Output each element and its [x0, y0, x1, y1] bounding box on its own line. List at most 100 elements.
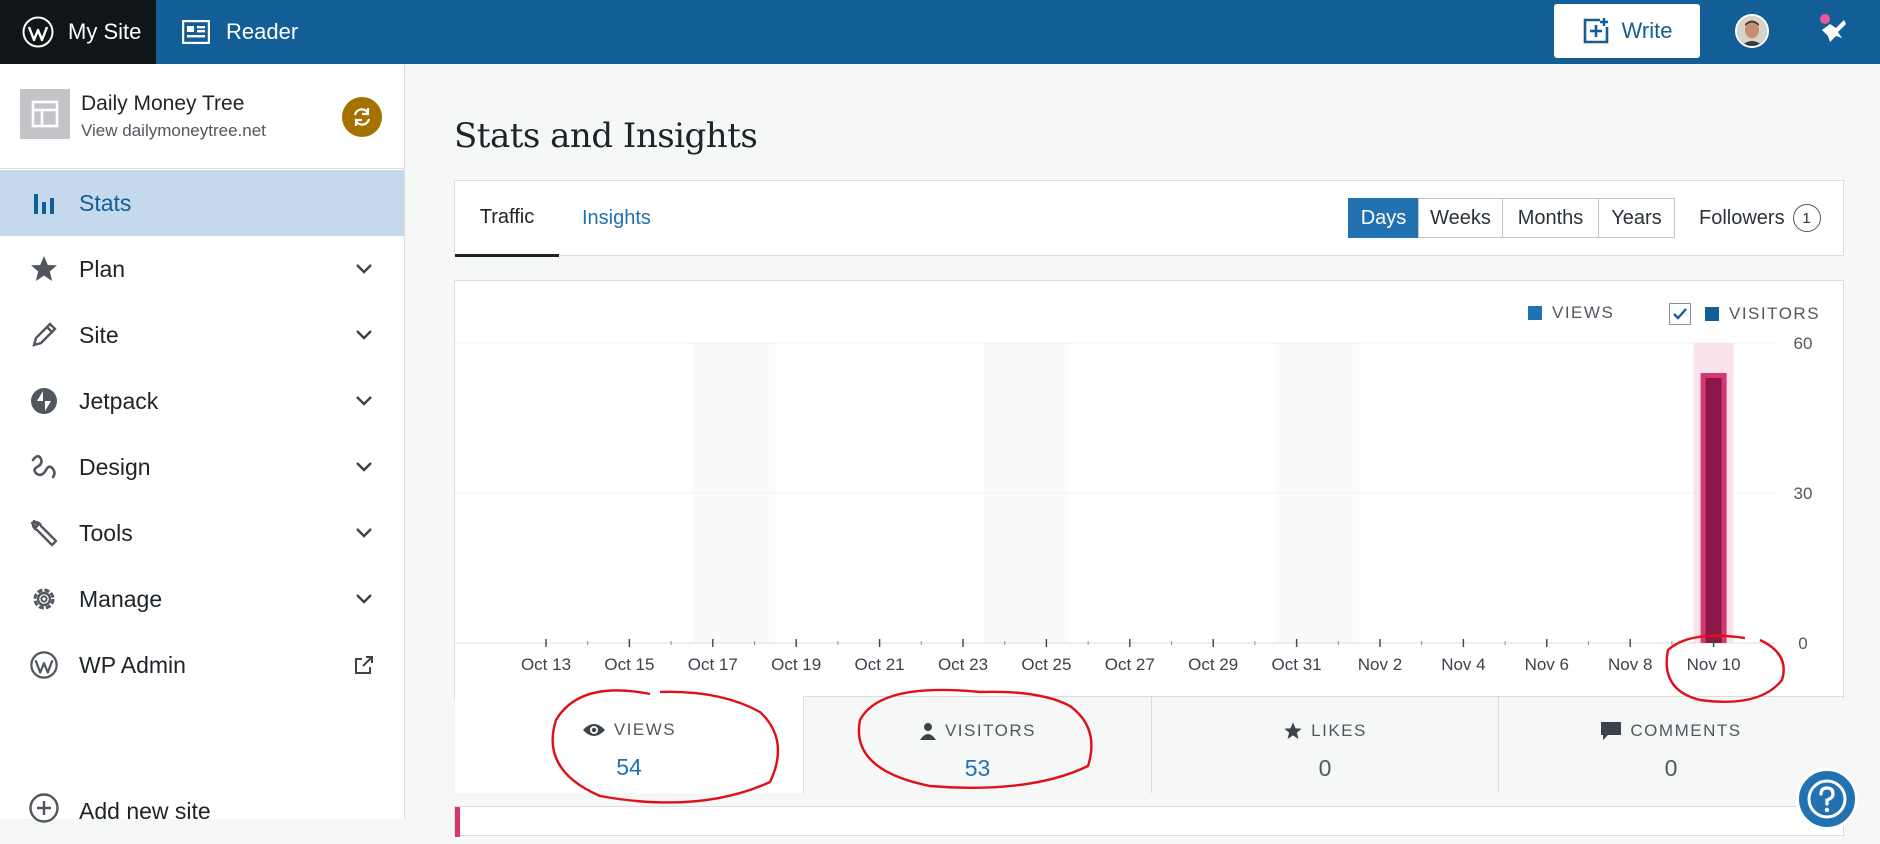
x-tick-label: Oct 15: [604, 655, 654, 674]
sidebar-item-jetpack[interactable]: Jetpack: [0, 368, 404, 434]
chevron-down-icon: [356, 330, 372, 340]
masterbar: My Site Reader Write: [0, 0, 1880, 64]
sidebar-item-tools[interactable]: Tools: [0, 500, 404, 566]
sidebar-item-label: Tools: [79, 519, 133, 546]
card-accent: [455, 807, 460, 837]
wordpress-icon: [28, 649, 60, 681]
x-tick-label: Oct 27: [1105, 655, 1155, 674]
sidebar-item-label: Jetpack: [79, 387, 159, 414]
x-tick-label: Nov 8: [1608, 655, 1652, 674]
tab-traffic[interactable]: Traffic: [455, 181, 559, 257]
comment-icon: [1601, 722, 1622, 740]
site-card[interactable]: Daily Money Tree View dailymoneytree.net: [0, 64, 404, 169]
write-button[interactable]: Write: [1554, 4, 1700, 58]
summary-visitors-label: VISITORS: [944, 721, 1037, 740]
summary-views-tab[interactable]: VIEWS 54: [455, 696, 803, 793]
sidebar-item-stats[interactable]: Stats: [0, 170, 404, 236]
avatar-image-icon: [1737, 16, 1767, 46]
stats-chart[interactable]: 60 30 0 Oct 13 Oct 15 Oct 17 Oct 19 Oct 21 Oct 2…: [455, 281, 1843, 695]
sidebar-item-label: Design: [79, 453, 151, 480]
summary-likes-tab[interactable]: LIKES 0: [1151, 696, 1498, 793]
site-url-link[interactable]: View dailymoneytree.net: [81, 121, 266, 141]
summary-comments-label: COMMENTS: [1630, 721, 1742, 740]
wrench-icon: [28, 517, 60, 549]
sidebar-item-site[interactable]: Site: [0, 302, 404, 368]
followers-count-badge: 1: [1792, 204, 1821, 232]
sidebar-item-label: WP Admin: [79, 651, 186, 678]
sidebar: Daily Money Tree View dailymoneytree.net…: [0, 64, 405, 824]
y-tick-label: 0: [1798, 634, 1807, 653]
followers-label: Followers: [1699, 206, 1785, 229]
add-new-site-label: Add new site: [79, 797, 211, 824]
chevron-down-icon: [356, 396, 372, 406]
jetpack-icon: [28, 385, 60, 417]
page-title: Stats and Insights: [454, 116, 758, 156]
summary-comments-value: 0: [1664, 755, 1678, 781]
sidebar-item-manage[interactable]: Manage: [0, 566, 404, 632]
stats-icon: [28, 187, 60, 219]
tab-insights[interactable]: Insights: [582, 181, 651, 256]
star-icon: [1284, 722, 1302, 739]
help-button[interactable]: [1796, 768, 1858, 830]
summary-visitors-value: 53: [964, 755, 991, 781]
x-tick-label: Oct 29: [1188, 655, 1238, 674]
summary-comments-tab[interactable]: COMMENTS 0: [1498, 696, 1843, 793]
sidebar-item-label: Stats: [79, 189, 132, 216]
help-question-icon: [1807, 779, 1847, 819]
summary-views-value: 54: [616, 754, 642, 780]
star-icon: [28, 253, 60, 285]
chart-card: VIEWS VISITORS 60 30 0 Oct 13 Oct 15 Oct 17 Oc…: [454, 280, 1844, 793]
y-tick-label: 30: [1794, 484, 1813, 503]
write-icon: [1583, 18, 1608, 44]
pencil-icon: [28, 319, 60, 351]
sync-icon: [353, 108, 371, 126]
reader-icon: [182, 20, 210, 44]
notifications-button[interactable]: [1816, 12, 1850, 51]
visitors-bar: [1705, 378, 1722, 643]
site-name: Daily Money Tree: [81, 92, 245, 115]
eye-icon: [582, 724, 605, 736]
chevron-down-icon: [356, 594, 372, 604]
site-switch-button[interactable]: [342, 97, 382, 137]
avatar[interactable]: [1735, 14, 1769, 48]
period-weeks[interactable]: Weeks: [1418, 198, 1503, 238]
chevron-down-icon: [356, 528, 372, 538]
sidebar-nav: Stats Plan Site Jetpack Design Tools Man…: [0, 170, 404, 698]
write-label: Write: [1621, 18, 1673, 43]
plus-circle-icon: [28, 792, 60, 830]
add-new-site-button[interactable]: Add new site: [0, 778, 404, 844]
person-icon: [919, 723, 936, 740]
design-icon: [28, 451, 60, 483]
chevron-down-icon: [356, 264, 372, 274]
gear-icon: [28, 583, 60, 615]
x-tick-label: Nov 2: [1358, 655, 1402, 674]
followers-link[interactable]: Followers 1: [1699, 198, 1821, 238]
external-link-icon: [355, 656, 373, 674]
sidebar-item-plan[interactable]: Plan: [0, 236, 404, 302]
sidebar-item-label: Plan: [79, 255, 126, 282]
summary-likes-value: 0: [1318, 755, 1332, 781]
my-site-label: My Site: [68, 19, 142, 44]
notifications-bell-icon: [1820, 14, 1846, 42]
x-tick-label: Oct 23: [938, 655, 988, 674]
x-tick-label: Oct 21: [855, 655, 905, 674]
my-site-button[interactable]: My Site: [0, 0, 156, 64]
period-years[interactable]: Years: [1598, 198, 1675, 238]
x-tick-label: Nov 10: [1687, 655, 1741, 674]
summary-visitors-tab[interactable]: VISITORS 53: [803, 696, 1151, 793]
sidebar-item-label: Manage: [79, 585, 163, 612]
x-tick-label: Oct 17: [688, 655, 738, 674]
sidebar-item-wp-admin[interactable]: WP Admin: [0, 632, 404, 698]
period-days[interactable]: Days: [1348, 198, 1419, 238]
chevron-down-icon: [356, 462, 372, 472]
x-tick-label: Oct 25: [1021, 655, 1071, 674]
period-months[interactable]: Months: [1502, 198, 1599, 238]
x-tick-label: Oct 13: [521, 655, 571, 674]
site-icon: [20, 89, 70, 139]
sidebar-item-design[interactable]: Design: [0, 434, 404, 500]
stats-navigation: Traffic Insights Days Weeks Months Years…: [454, 180, 1844, 257]
y-tick-label: 60: [1794, 334, 1813, 353]
reader-button[interactable]: Reader: [182, 0, 298, 64]
summary-views-label: VIEWS: [613, 720, 677, 739]
x-tick-label: Oct 19: [771, 655, 821, 674]
